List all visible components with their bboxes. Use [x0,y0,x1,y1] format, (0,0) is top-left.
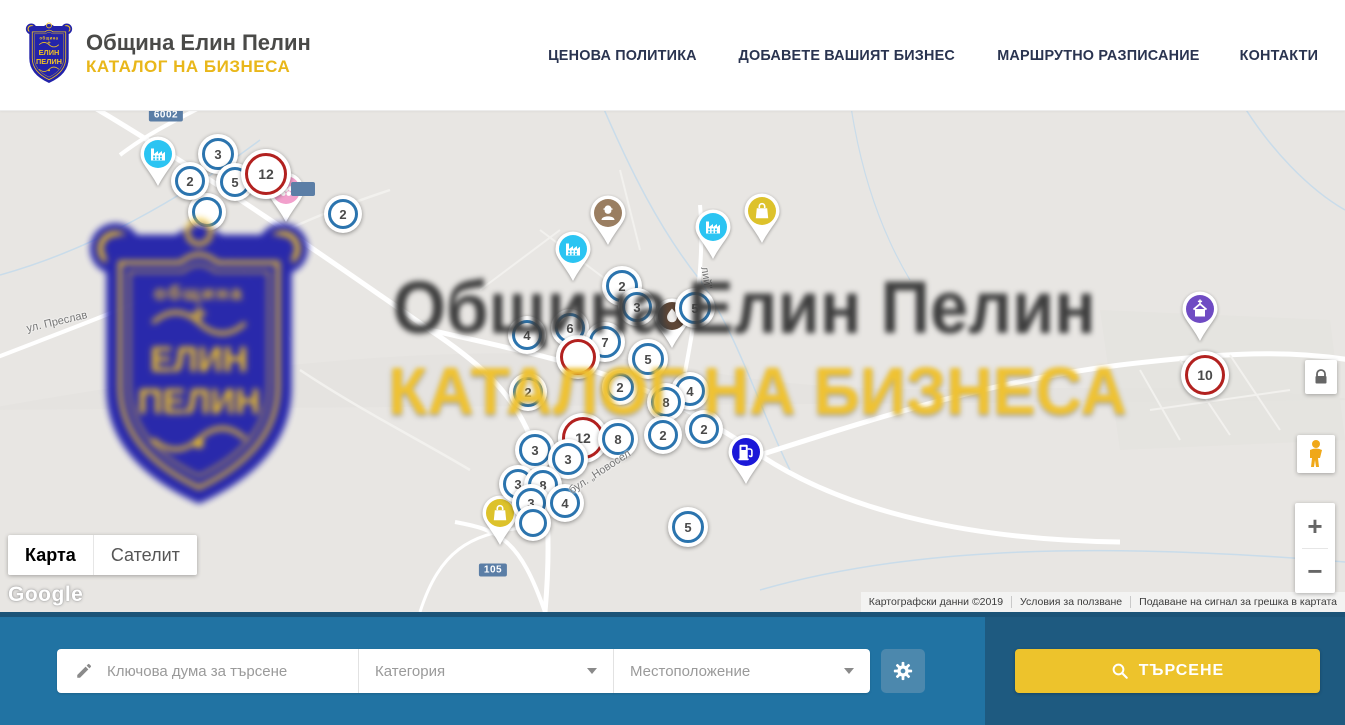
cluster-count: 2 [700,422,707,437]
cluster-count: 3 [564,452,571,467]
search-bar: Категория Местоположение [0,612,1345,725]
cluster-count: 2 [659,428,666,443]
nav-route-schedule[interactable]: МАРШРУТНО РАЗПИСАНИЕ [998,47,1200,64]
cluster-marker[interactable]: 3 [618,288,656,326]
search-field-group: Категория Местоположение [57,649,870,693]
svg-text:ЕЛИН: ЕЛИН [39,48,60,57]
cluster-count: 4 [561,496,568,511]
zoom-out-button[interactable]: − [1295,549,1335,593]
cluster-marker[interactable]: 2 [644,416,682,454]
cluster-marker[interactable]: 2 [602,369,638,405]
terms-link[interactable]: Условия за ползване [1012,596,1130,608]
cluster-marker[interactable]: 4 [508,316,546,354]
cluster-count: 6 [566,321,573,336]
keyword-input[interactable] [105,662,348,681]
header: община ЕЛИН ПЕЛИН Община Елин Пелин КАТА… [0,0,1345,111]
cluster-count: 4 [523,328,530,343]
fuel-pin[interactable] [725,433,767,492]
cluster-count: 8 [614,432,621,447]
zoom-control: + − [1295,503,1335,593]
map-type-map-button[interactable]: Карта [8,535,93,575]
road-shield [291,182,315,196]
gear-icon [892,660,914,682]
church-pin[interactable] [1179,290,1221,349]
street-view-pegman-button[interactable] [1297,435,1335,473]
road-shield: 105 [479,564,507,577]
page: община ЕЛИН ПЕЛИН Община Елин Пелин КАТА… [0,0,1345,725]
keyword-field[interactable] [57,649,358,693]
nav-add-business[interactable]: ДОБАВЕТЕ ВАШИЯТ БИЗНЕС [738,47,954,64]
cluster-count: 3 [633,300,640,315]
cluster-count: 5 [691,301,698,316]
chevron-down-icon [587,668,597,674]
cluster-count: 3 [531,443,538,458]
site-title: Община Елин Пелин [86,31,311,55]
cluster-count: 4 [686,384,693,399]
cluster-marker[interactable]: 5 [668,507,708,547]
zoom-in-button[interactable]: + [1295,504,1335,548]
cluster-count: 2 [339,207,346,222]
category-select-value: Категория [375,663,587,680]
cluster-count: 5 [644,352,651,367]
map-attribution: Картографски данни ©2019 Условия за полз… [861,592,1345,612]
lock-icon[interactable] [1305,360,1337,394]
search-button[interactable]: ТЪРСЕНЕ [1015,649,1320,693]
svg-text:община: община [39,36,58,41]
cluster-count: 2 [524,385,531,400]
cluster-count: 2 [616,380,623,395]
category-select[interactable]: Категория [358,649,613,693]
road-shield: 6002 [149,110,183,122]
cluster-marker[interactable]: 5 [628,339,668,379]
cluster-count: 12 [258,166,274,182]
cluster-marker[interactable]: 2 [171,162,209,200]
location-select[interactable]: Местоположение [613,649,870,693]
cluster-count: 7 [601,335,608,350]
nav-contacts[interactable]: КОНТАКТИ [1240,47,1319,64]
chevron-down-icon [844,668,854,674]
map-type-control: Карта Сателит [8,535,197,575]
cluster-marker[interactable] [556,335,600,379]
cluster-marker[interactable]: 12 [241,149,291,199]
cluster-marker[interactable]: 2 [685,410,723,448]
map-canvas[interactable]: 32512223564752248221283338345106002105ул… [0,110,1345,612]
map-type-satellite-button[interactable]: Сателит [93,535,197,575]
advanced-settings-button[interactable] [881,649,925,693]
site-logo[interactable]: община ЕЛИН ПЕЛИН Община Елин Пелин КАТА… [24,22,311,86]
bag-pin[interactable] [741,192,783,251]
search-button-label: ТЪРСЕНЕ [1139,662,1224,680]
cluster-count: 8 [662,395,669,410]
cluster-count: 5 [684,520,691,535]
cluster-count: 10 [1197,367,1213,383]
municipality-crest-icon: община ЕЛИН ПЕЛИН [24,22,74,86]
cluster-marker[interactable]: 2 [509,373,547,411]
google-logo[interactable]: Google [8,583,83,607]
cluster-marker[interactable]: 2 [324,195,362,233]
nav-pricing-policy[interactable]: ЦЕНОВА ПОЛИТИКА [548,47,697,64]
pencil-icon [75,662,93,680]
cluster-count: 2 [186,174,193,189]
cluster-count: 3 [214,147,221,162]
cluster-marker[interactable]: 5 [675,288,715,328]
attribution-copyright: Картографски данни ©2019 [861,596,1011,608]
factory-pin[interactable] [552,230,594,289]
cluster-count: 5 [231,175,238,190]
cluster-marker[interactable]: 10 [1181,351,1229,399]
site-subtitle: КАТАЛОГ НА БИЗНЕСА [86,57,311,77]
main-nav: ЦЕНОВА ПОЛИТИКА ДОБАВЕТЕ ВАШИЯТ БИЗНЕС М… [545,0,1320,110]
search-icon [1111,662,1129,680]
report-error-link[interactable]: Подаване на сигнал за грешка в картата [1131,596,1345,608]
location-select-value: Местоположение [630,663,844,680]
factory-pin[interactable] [692,208,734,267]
cluster-marker[interactable] [515,505,551,541]
svg-text:ПЕЛИН: ПЕЛИН [36,57,62,66]
